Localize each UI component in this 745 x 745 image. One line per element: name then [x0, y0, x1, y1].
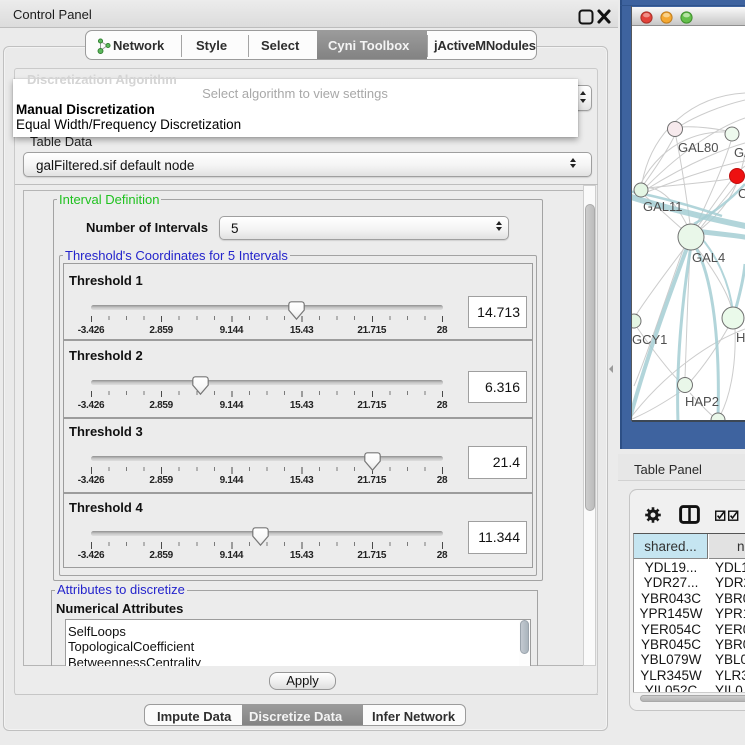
- svg-text:GAL4: GAL4: [692, 250, 725, 265]
- svg-text:GA: GA: [734, 145, 745, 160]
- svg-text:GAL80: GAL80: [678, 140, 718, 155]
- svg-text:GCY1: GCY1: [632, 332, 667, 347]
- svg-text:C: C: [738, 186, 745, 201]
- svg-text:HAP2: HAP2: [685, 394, 719, 409]
- svg-text:H: H: [736, 330, 745, 345]
- svg-text:GAL11: GAL11: [643, 199, 683, 214]
